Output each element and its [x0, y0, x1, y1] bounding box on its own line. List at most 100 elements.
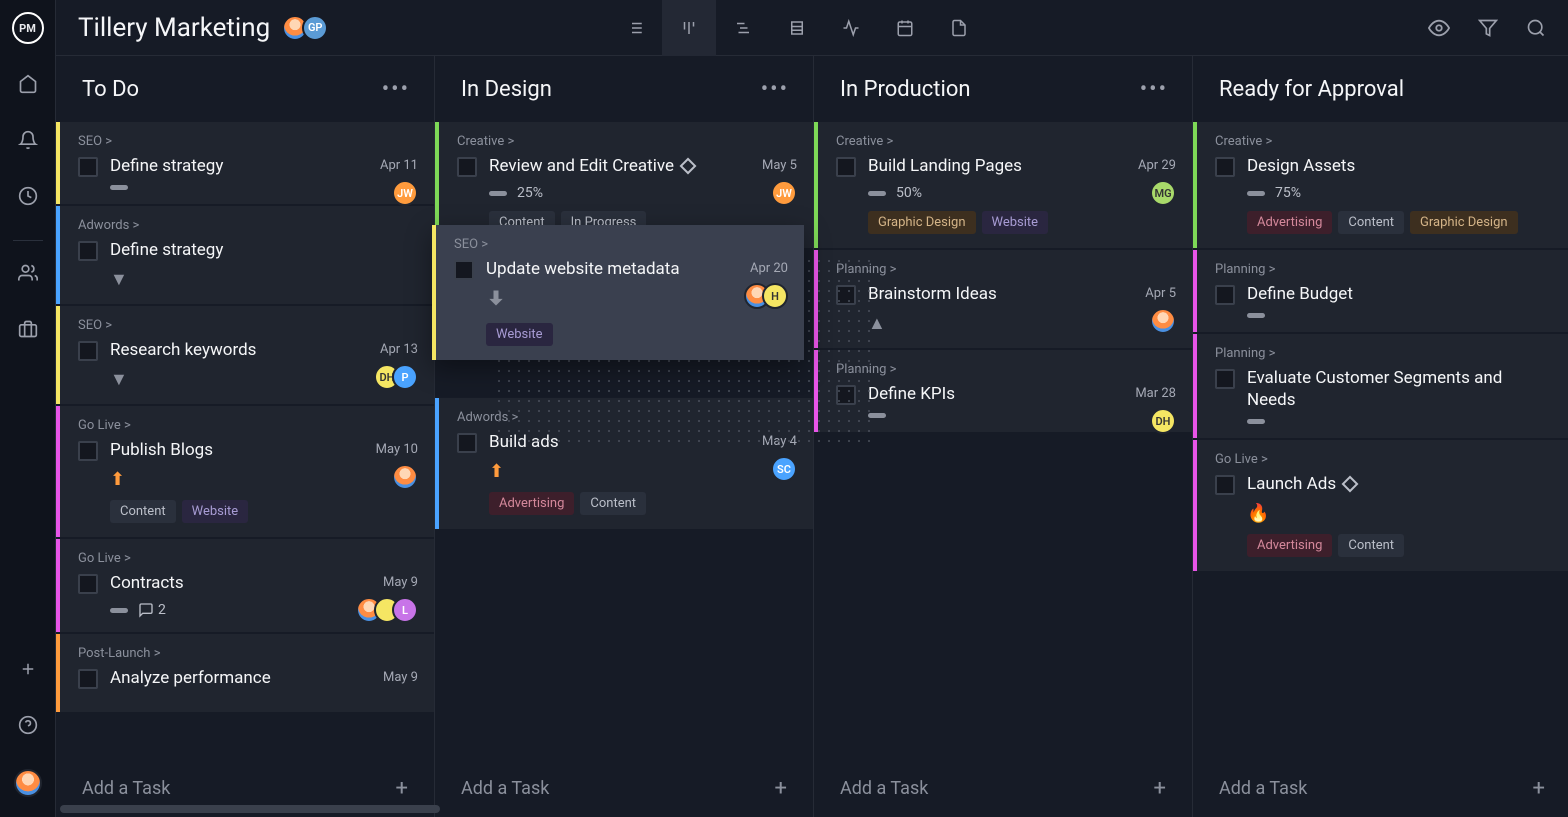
app-logo[interactable]: PM [12, 12, 44, 44]
tag[interactable]: Website [486, 323, 553, 346]
project-members[interactable]: GP [288, 15, 328, 41]
card-assignees: JW [779, 180, 797, 206]
card-assignees: DH [1158, 408, 1176, 434]
bell-icon[interactable] [16, 128, 40, 152]
task-card[interactable]: Creative >Design Assets75%AdvertisingCon… [1193, 122, 1568, 248]
priority-icon [486, 288, 506, 313]
filter-icon[interactable] [1478, 17, 1498, 39]
tag[interactable]: Content [580, 492, 646, 515]
task-card[interactable]: Post-Launch >Analyze performanceMay 9 [56, 634, 434, 711]
watch-icon[interactable] [1428, 17, 1450, 39]
tag[interactable]: Graphic Design [1410, 211, 1518, 234]
search-icon[interactable] [1526, 17, 1546, 39]
board-column: Ready for ApprovalCreative >Design Asset… [1193, 56, 1568, 817]
task-card[interactable]: Planning >Define Budget [1193, 250, 1568, 332]
task-checkbox[interactable] [454, 260, 474, 280]
card-tags: Content Website [110, 500, 418, 523]
progress-percent: 75% [1275, 185, 1301, 201]
tag[interactable]: Advertising [489, 492, 574, 515]
task-card[interactable]: Adwords >Define strategy▼ [56, 206, 434, 304]
task-card[interactable]: SEO >Define strategyApr 11JW [56, 122, 434, 204]
assignee-avatar[interactable]: P [392, 364, 418, 390]
milestone-icon [1342, 476, 1359, 493]
card-tags: Advertising Content [489, 492, 797, 515]
home-icon[interactable] [16, 72, 40, 96]
column-menu-icon[interactable]: ••• [382, 77, 410, 102]
column-title: To Do [82, 77, 139, 102]
add-task-button[interactable]: Add a Task+ [1193, 760, 1568, 817]
comments-count[interactable]: 2 [138, 602, 166, 618]
tag[interactable]: Content [1338, 534, 1404, 557]
column-menu-icon[interactable]: ••• [761, 77, 789, 102]
task-checkbox[interactable] [78, 574, 98, 594]
card-date: May 9 [383, 670, 418, 685]
board-view-tab[interactable] [662, 0, 716, 56]
horizontal-scrollbar[interactable] [60, 805, 440, 813]
task-card[interactable]: Go Live >Publish Blogs⬆ContentWebsiteMay… [56, 406, 434, 537]
assignee-avatar[interactable] [392, 464, 418, 490]
task-card[interactable]: Go Live >Contracts 2May 9L [56, 539, 434, 632]
task-checkbox[interactable] [78, 341, 98, 361]
tag[interactable]: Website [182, 500, 249, 523]
member-avatar[interactable]: GP [302, 15, 328, 41]
task-card[interactable]: SEO >Update website metadataWebsiteApr 2… [432, 225, 804, 360]
people-icon[interactable] [16, 261, 40, 285]
assignee-avatar[interactable]: SC [771, 456, 797, 482]
priority-icon: ▼ [110, 369, 128, 390]
card-assignees: JW [400, 180, 418, 206]
tag[interactable]: Content [110, 500, 176, 523]
plus-icon: + [1533, 776, 1545, 801]
task-checkbox[interactable] [1215, 157, 1235, 177]
assignee-avatar[interactable] [1150, 308, 1176, 334]
tag[interactable]: Advertising [1247, 211, 1332, 234]
tag[interactable]: Website [982, 211, 1049, 234]
task-card[interactable]: Planning >Evaluate Customer Segments and… [1193, 334, 1568, 438]
add-task-button[interactable]: Add a Task+ [814, 760, 1192, 817]
user-avatar[interactable] [14, 769, 42, 797]
task-checkbox[interactable] [78, 241, 98, 261]
list-view-tab[interactable] [608, 0, 662, 56]
task-checkbox[interactable] [836, 157, 856, 177]
card-title: Review and Edit Creative [489, 155, 797, 177]
card-meta: ▼ [110, 269, 418, 290]
task-card[interactable]: Go Live >Launch Ads🔥AdvertisingContent [1193, 440, 1568, 571]
task-checkbox[interactable] [78, 669, 98, 689]
activity-view-tab[interactable] [824, 0, 878, 56]
milestone-icon [679, 158, 696, 175]
card-tags: Advertising Content Graphic Design [1247, 211, 1555, 234]
gantt-view-tab[interactable] [716, 0, 770, 56]
task-checkbox[interactable] [1215, 475, 1235, 495]
add-task-button[interactable]: Add a Task+ [435, 760, 813, 817]
view-tabs [608, 0, 986, 56]
table-view-tab[interactable] [770, 0, 824, 56]
task-checkbox[interactable] [457, 433, 477, 453]
tag[interactable]: Advertising [1247, 534, 1332, 557]
priority-icon: ⬆ [489, 461, 504, 482]
assignee-avatar[interactable]: L [392, 597, 418, 623]
help-icon[interactable] [16, 713, 40, 737]
task-checkbox[interactable] [78, 157, 98, 177]
assignee-avatar[interactable]: DH [1150, 408, 1176, 434]
plus-icon[interactable] [16, 657, 40, 681]
clock-icon[interactable] [16, 184, 40, 208]
task-checkbox[interactable] [1215, 285, 1235, 305]
assignee-avatar[interactable]: MG [1150, 180, 1176, 206]
files-view-tab[interactable] [932, 0, 986, 56]
assignee-avatar[interactable]: H [762, 283, 788, 309]
card-title: Evaluate Customer Segments and Needs [1247, 367, 1555, 411]
assignee-avatar[interactable]: JW [392, 180, 418, 206]
task-checkbox[interactable] [78, 441, 98, 461]
tag[interactable]: Graphic Design [868, 211, 976, 234]
task-card[interactable]: SEO >Research keywords▼Apr 13DHP [56, 306, 434, 404]
tag[interactable]: Content [1338, 211, 1404, 234]
card-assignees: SC [779, 456, 797, 482]
card-assignees: L [364, 597, 418, 623]
briefcase-icon[interactable] [16, 317, 40, 341]
calendar-view-tab[interactable] [878, 0, 932, 56]
task-card[interactable]: Creative >Build Landing Pages50%Graphic … [814, 122, 1192, 248]
column-menu-icon[interactable]: ••• [1140, 77, 1168, 102]
assignee-avatar[interactable]: JW [771, 180, 797, 206]
card-date: Apr 11 [380, 158, 418, 173]
task-checkbox[interactable] [1215, 369, 1235, 389]
task-checkbox[interactable] [457, 157, 477, 177]
